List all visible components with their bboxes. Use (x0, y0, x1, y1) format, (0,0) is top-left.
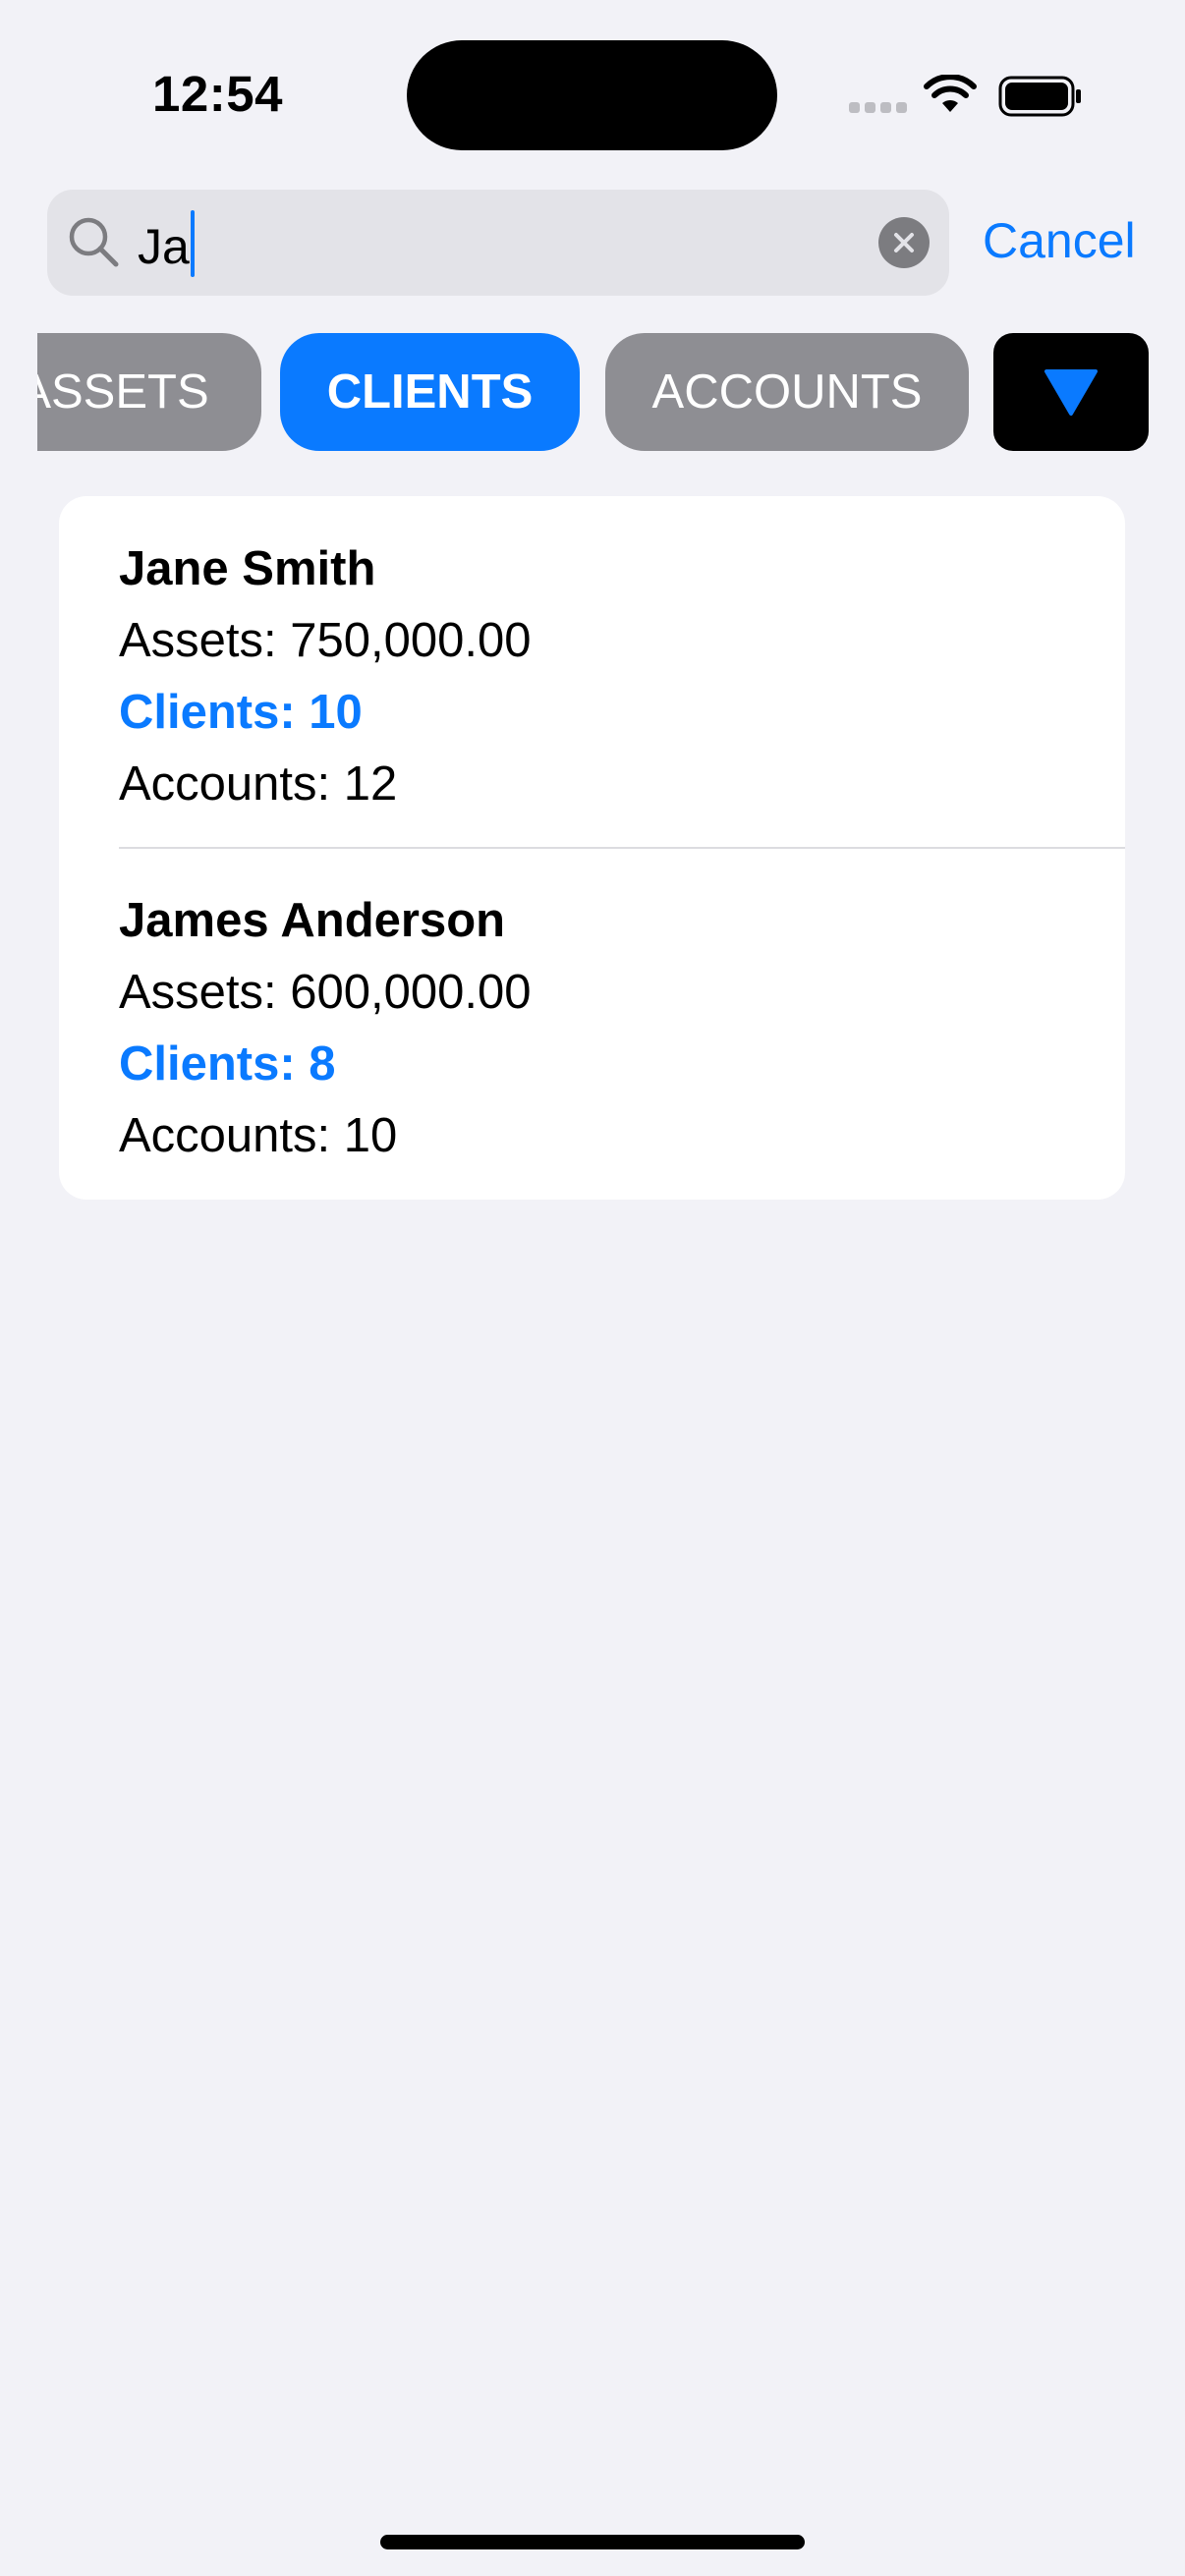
clear-search-button[interactable] (878, 217, 930, 268)
search-input[interactable]: Ja (138, 210, 195, 279)
accounts-value: Accounts: 12 (119, 757, 398, 811)
clear-icon (894, 233, 914, 252)
client-name: James Anderson (119, 894, 506, 947)
scope-bar: ASSETS CLIENTS ACCOUNTS (37, 333, 1148, 453)
home-indicator[interactable] (380, 2535, 805, 2549)
list-item[interactable]: James Anderson Assets: 600,000.00 Client… (119, 885, 1125, 1172)
search-query-text: Ja (138, 219, 190, 274)
search-icon (69, 217, 119, 267)
list-item[interactable]: Jane Smith Assets: 750,000.00 Clients: 1… (119, 533, 1125, 820)
battery-icon (998, 76, 1081, 117)
clients-value: Clients: 10 (119, 686, 363, 739)
dynamic-island (407, 40, 777, 150)
cellular-signal-icon (849, 102, 908, 116)
clients-value: Clients: 8 (119, 1037, 336, 1091)
assets-value: Assets: 750,000.00 (119, 614, 532, 667)
results-list: Jane Smith Assets: 750,000.00 Clients: 1… (59, 496, 1125, 1200)
search-field[interactable]: Ja (47, 190, 949, 296)
screen: 12:54 Ja Cancel ASSETS CLIENTS ACCOUNTS (0, 0, 1185, 2576)
filter-dropdown-button[interactable] (993, 333, 1149, 451)
text-caret (190, 210, 195, 277)
assets-value: Assets: 600,000.00 (119, 966, 532, 1019)
accounts-value: Accounts: 10 (119, 1109, 398, 1162)
cancel-button[interactable]: Cancel (983, 210, 1136, 271)
triangle-down-icon (1044, 369, 1098, 416)
client-name: Jane Smith (119, 542, 376, 595)
scope-pill-assets[interactable]: ASSETS (37, 333, 261, 451)
status-time: 12:54 (152, 66, 283, 122)
scope-pill-accounts[interactable]: ACCOUNTS (605, 333, 969, 451)
scope-pill-clients[interactable]: CLIENTS (280, 333, 580, 451)
wifi-icon (924, 75, 977, 112)
row-divider (119, 847, 1125, 849)
